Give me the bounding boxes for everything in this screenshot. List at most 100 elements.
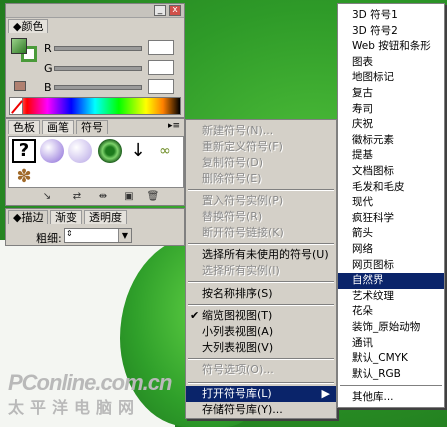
menu-place-symbol-instance[interactable]: 置入符号实例(P)	[186, 193, 336, 209]
library-item[interactable]: 其他库...	[338, 390, 444, 406]
checkmark-icon: ✔	[190, 309, 200, 322]
library-item[interactable]: 复古	[338, 86, 444, 102]
color-spectrum-bar[interactable]	[9, 97, 181, 115]
tab-symbols[interactable]: 符号	[76, 120, 108, 134]
library-item[interactable]: 毛发和毛皮	[338, 180, 444, 196]
slider-r-label: R	[44, 42, 52, 55]
menu-open-symbol-library[interactable]: 打开符号库(L) ▶	[186, 386, 336, 402]
symbol-library-submenu: 3D 符号1 3D 符号2 Web 按钮和条形 图表 地图标记 复古 寿司 庆祝 徽标元素 提基文…	[337, 3, 445, 408]
menu-sort-by-name[interactable]: 按名称排序(S)	[186, 286, 336, 302]
b-value-field[interactable]	[148, 79, 174, 94]
replace-symbol-icon[interactable]: ⇄	[70, 190, 84, 203]
maple-leaf-icon[interactable]: ✽	[12, 165, 36, 189]
watermark-line2: 太平洋电脑网	[8, 400, 141, 417]
close-button[interactable]: x	[169, 5, 181, 16]
library-item[interactable]: 装饰_原始动物	[338, 320, 444, 336]
library-item[interactable]: 图表	[338, 55, 444, 71]
minimize-button[interactable]: _	[154, 5, 166, 16]
fill-stroke-swatch[interactable]	[11, 38, 37, 62]
weight-select[interactable]: ⇕ ▼	[64, 228, 132, 243]
library-item[interactable]: 自然界	[338, 273, 444, 289]
library-item[interactable]: 3D 符号1	[338, 8, 444, 24]
tab-color-label: 颜色	[21, 20, 44, 33]
library-item[interactable]: 花朵	[338, 304, 444, 320]
watermark: PConline.com.cn 太平洋电脑网	[8, 370, 172, 418]
menu-delete-symbol[interactable]: 删除符号(E)	[186, 171, 336, 187]
out-of-gamut-icon[interactable]	[14, 81, 26, 91]
library-item[interactable]: 默认_CMYK	[338, 351, 444, 367]
vine-icon[interactable]: ∞	[153, 139, 177, 163]
library-item[interactable]: 3D 符号2	[338, 24, 444, 40]
menu-break-link[interactable]: 断开符号链接(K)	[186, 225, 336, 241]
color-tab-header: ◆颜色	[6, 18, 184, 34]
menu-new-symbol[interactable]: 新建符号(N)...	[186, 123, 336, 139]
symbols-toolbar: ↘ ⇄ ⇹ ▣ 🗑	[6, 189, 184, 205]
weight-label: 粗细:	[36, 232, 62, 245]
menu-select-all-instances[interactable]: 选择所有实例(I)	[186, 263, 336, 279]
slider-r-track[interactable]	[54, 46, 142, 51]
r-value-field[interactable]	[148, 40, 174, 55]
color-panel-titlebar[interactable]: _ x	[6, 4, 184, 18]
symbol-thumbnails: ? ↓ ∞ ✽	[8, 136, 184, 188]
help-symbol-icon[interactable]: ?	[12, 139, 36, 163]
place-symbol-icon[interactable]: ↘	[40, 190, 54, 203]
delete-symbol-icon[interactable]: 🗑	[146, 190, 160, 203]
purple-sphere-icon[interactable]	[40, 139, 64, 163]
arrow-down-icon[interactable]: ↓	[126, 139, 150, 163]
stroke-tab-header: ◆描边 渐变 透明度	[6, 209, 184, 225]
break-link-icon[interactable]: ⇹	[96, 190, 110, 203]
menu-symbol-options[interactable]: 符号选项(O)...	[186, 362, 336, 378]
menu-save-symbol-library[interactable]: 存储符号库(Y)...	[186, 402, 336, 418]
library-item[interactable]: 默认_RGB	[338, 367, 444, 383]
library-item[interactable]: 现代	[338, 195, 444, 211]
menu-thumbnail-view-label: 缩览图视图(T)	[202, 309, 273, 322]
menu-separator	[340, 385, 442, 388]
menu-separator	[188, 243, 334, 245]
tab-gradient[interactable]: 渐变	[50, 210, 82, 224]
library-item[interactable]: 艺术纹理	[338, 289, 444, 305]
library-item[interactable]: 网络	[338, 242, 444, 258]
tab-transparency[interactable]: 透明度	[84, 210, 127, 224]
library-item[interactable]: Web 按钮和条形	[338, 39, 444, 55]
menu-small-list-view[interactable]: 小列表视图(A)	[186, 324, 336, 340]
tab-swatches[interactable]: 色板	[8, 120, 40, 134]
lavender-sphere-icon[interactable]	[68, 139, 92, 163]
none-swatch[interactable]	[9, 97, 23, 115]
library-item[interactable]: 提基	[338, 148, 444, 164]
stroke-panel: ◆描边 渐变 透明度 粗细: ⇕ ▼	[5, 208, 185, 246]
library-item[interactable]: 庆祝	[338, 117, 444, 133]
library-item[interactable]: 地图标记	[338, 70, 444, 86]
menu-replace-symbol[interactable]: 替换符号(R)	[186, 209, 336, 225]
panel-menu-icon[interactable]: ▸≡	[168, 121, 180, 131]
library-item[interactable]: 寿司	[338, 102, 444, 118]
menu-thumbnail-view[interactable]: ✔ 缩览图视图(T)	[186, 308, 336, 324]
slider-b-label: B	[44, 81, 52, 94]
menu-select-unused[interactable]: 选择所有未使用的符号(U)	[186, 247, 336, 263]
fill-swatch[interactable]	[11, 38, 27, 54]
tab-color[interactable]: ◆颜色	[8, 19, 49, 33]
library-item[interactable]: 箭头	[338, 226, 444, 242]
slider-g-label: G	[44, 62, 53, 75]
library-item[interactable]: 通讯	[338, 336, 444, 352]
submenu-arrow-icon: ▶	[321, 387, 330, 400]
library-item[interactable]: 文档图标	[338, 164, 444, 180]
chevron-down-icon[interactable]: ▼	[118, 229, 131, 242]
g-value-field[interactable]	[148, 60, 174, 75]
weight-stepper-icon[interactable]: ⇕	[66, 229, 73, 238]
menu-redefine-symbol[interactable]: 重新定义符号(F)	[186, 139, 336, 155]
new-symbol-icon[interactable]: ▣	[122, 190, 136, 203]
menu-separator	[188, 281, 334, 283]
slider-b-track[interactable]	[54, 85, 142, 90]
library-item[interactable]: 网页图标	[338, 258, 444, 274]
library-item[interactable]: 疯狂科学	[338, 211, 444, 227]
green-ring-icon[interactable]	[98, 139, 122, 163]
menu-duplicate-symbol[interactable]: 复制符号(D)	[186, 155, 336, 171]
tab-brushes[interactable]: 画笔	[42, 120, 74, 134]
tab-stroke-label: 描边	[21, 211, 44, 224]
menu-large-list-view[interactable]: 大列表视图(V)	[186, 340, 336, 356]
tab-stroke[interactable]: ◆描边	[8, 210, 49, 224]
menu-open-symbol-library-label: 打开符号库(L)	[202, 387, 272, 400]
color-panel: _ x ◆颜色 R G B	[5, 3, 185, 118]
library-item[interactable]: 徽标元素	[338, 133, 444, 149]
slider-g-track[interactable]	[54, 66, 142, 71]
